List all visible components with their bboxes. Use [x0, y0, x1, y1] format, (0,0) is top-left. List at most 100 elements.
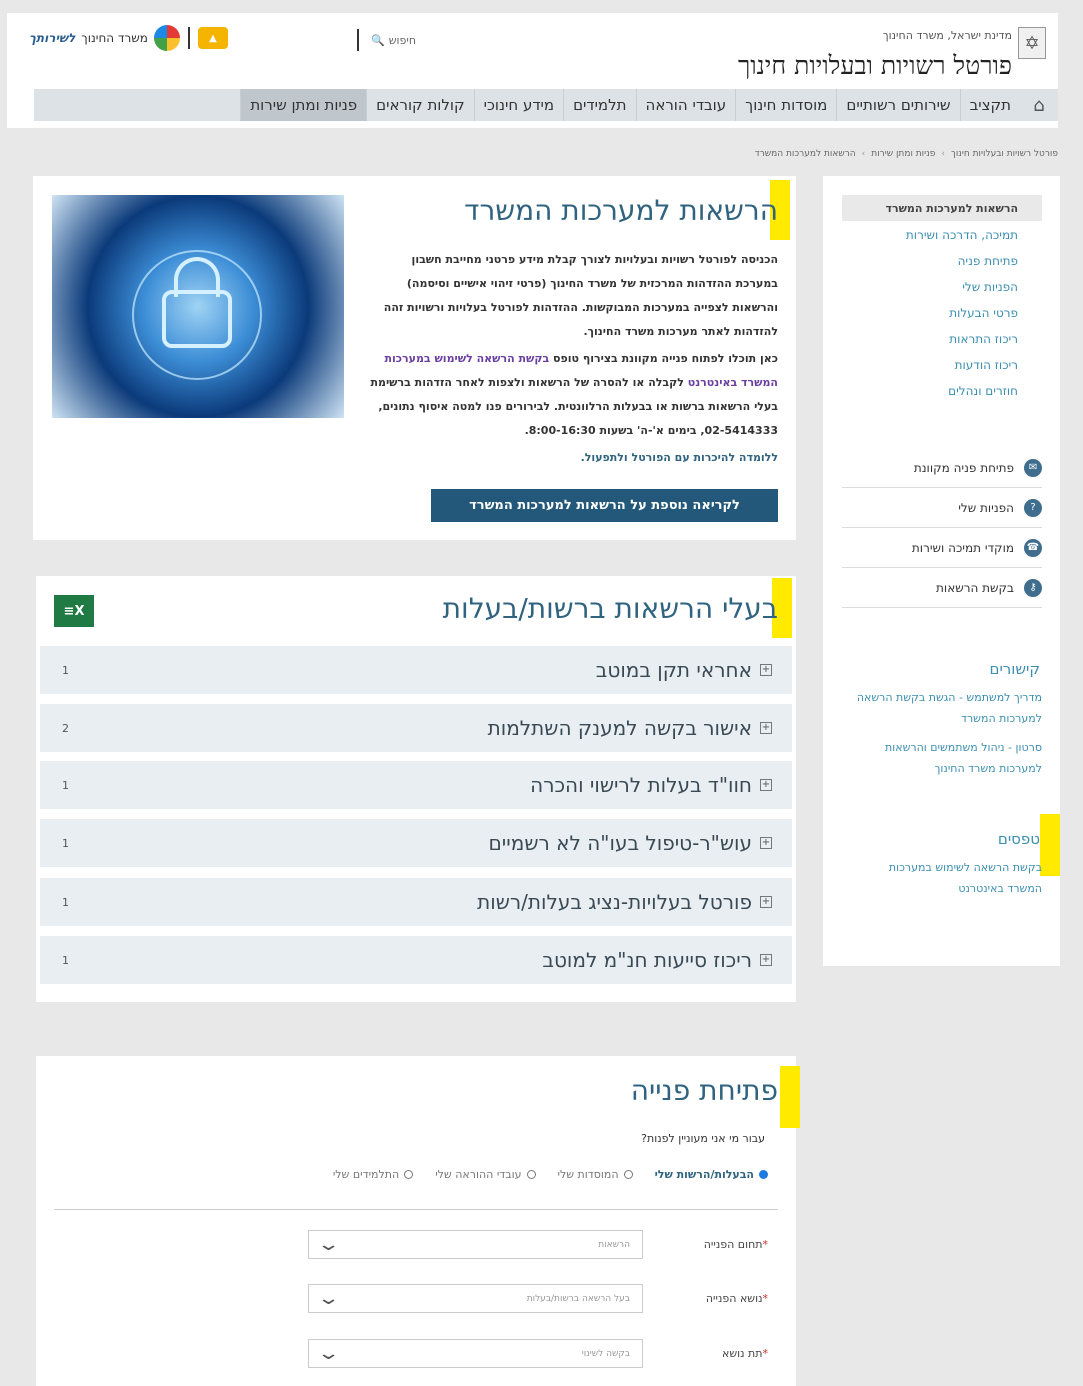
action-label: פתיחת פניה מקוונת [913, 460, 1014, 475]
breadcrumb-separator-icon: › [861, 149, 866, 159]
form-row: *תחום הפנייה הרשאות ⌄ [308, 1230, 768, 1259]
accordion-count: 1 [62, 895, 69, 909]
read-more-button[interactable]: לקריאה נוספת על הרשאות למערכות המשרד [431, 489, 778, 522]
sidebar-item-messages[interactable]: ריכוז הודעות [906, 358, 1018, 375]
sidebar-item-support[interactable]: תמיכה, הדרכה ושירות [906, 228, 1018, 245]
secondary-logo-icon[interactable]: ▲ [197, 27, 228, 49]
radio-my-institutions[interactable]: המוסדות שלי [558, 1168, 633, 1181]
form-question: עבור מי אני מעוניין לפנות? [641, 1132, 765, 1145]
main-navigation: ⌂ תקציב שירותים רשותיים מוסדות חינוך עוב… [34, 89, 1058, 121]
nav-item-educational-info[interactable]: מידע חינוכי [473, 89, 563, 121]
permission-holders-card: בעלי הרשאות ברשות/בעלות X≡ + אחראי תקן במ… [36, 576, 796, 1002]
portal-tutorial-link[interactable]: ללומדה להיכרות עם הפורטל ולתפעול. [581, 451, 778, 464]
field-label-text: נושא הפנייה [705, 1292, 763, 1305]
accordion-text: חוו"ד בעלות לרישוי והכרה [530, 773, 752, 797]
card-title: הרשאות למערכות המשרד [464, 194, 778, 227]
permissions-info-card: הרשאות למערכות המשרד הכניסה לפורטל רשויו… [33, 176, 796, 540]
logo-divider [187, 27, 190, 49]
accordion-row[interactable]: + ריכוז סייעות חנ"מ למוטב 1 [40, 936, 792, 984]
state-emblem-icon: ✡ [1018, 27, 1046, 59]
inquiry-subject-select[interactable]: בעל הרשאה ברשות/בעלות ⌄ [308, 1284, 643, 1313]
accordion-row[interactable]: + אישור בקשה למענק השתלמות 2 [40, 704, 792, 752]
site-header: ✡ מדינת ישראל, משרד החינוך פורטל רשויות … [7, 13, 1058, 128]
accordion-count: 1 [62, 836, 69, 850]
action-my-inquiries[interactable]: ? הפניות שלי [842, 488, 1042, 528]
nav-item-institutions[interactable]: מוסדות חינוך [735, 89, 836, 121]
link-permission-form[interactable]: בקשת הרשאה לשימוש במערכות המשרד באינטרנט [852, 858, 1042, 900]
key-icon: ⚷ [1024, 578, 1042, 597]
moe-logo[interactable]: לשירותך משרד החינוך [29, 25, 180, 51]
radio-my-students[interactable]: התלמידים שלי [332, 1168, 414, 1181]
accordion-text: עוש"ר-טיפול בעו"ה לא רשמיים [488, 831, 752, 855]
nav-item-teachers[interactable]: עובדי הוראה [635, 89, 736, 121]
accordion-row[interactable]: + חוו"ד בעלות לרישוי והכרה 1 [40, 761, 792, 809]
breadcrumb-item[interactable]: פניות ומתן שירות [871, 149, 935, 159]
link-user-guide[interactable]: מדריך למשתמש - הגשת בקשת הרשאה למערכות ה… [852, 688, 1042, 730]
search-placeholder: חיפוש [388, 33, 417, 47]
sidebar-item-my-inquiries[interactable]: הפניות שלי [906, 280, 1018, 297]
radio-label: התלמידים שלי [332, 1168, 400, 1181]
breadcrumb: פורטל רשויות ובעלויות חינוך › פניות ומתן… [755, 149, 1058, 159]
action-permission-request[interactable]: ⚷ בקשת הרשאות [842, 568, 1042, 608]
sidebar-item-active[interactable]: הרשאות למערכות המשרד [842, 195, 1042, 221]
sidebar: הרשאות למערכות המשרד תמיכה, הדרכה ושירות… [823, 176, 1060, 966]
action-label: הפניות שלי [958, 500, 1014, 515]
sidebar-item-alerts[interactable]: ריכוז התראות [906, 332, 1018, 349]
accordion-count: 1 [62, 663, 69, 677]
accordion-text: אישור בקשה למענק השתלמות [487, 716, 752, 740]
expand-icon: + [760, 664, 772, 676]
radio-my-teachers[interactable]: עובדי ההוראה שלי [435, 1168, 536, 1181]
inquiry-icon: ? [1024, 498, 1042, 517]
accordion-label: + פורטל בעלויות-נציג בעלות/רשות [477, 890, 772, 914]
forms-heading: טפסים [997, 830, 1040, 848]
support-icon: ☎ [1024, 538, 1042, 557]
required-marker: * [762, 1347, 769, 1360]
action-support-centers[interactable]: ☎ מוקדי תמיכה ושירות [842, 528, 1042, 568]
inquiry-domain-select[interactable]: הרשאות ⌄ [308, 1230, 643, 1259]
select-value: הרשאות [598, 1239, 630, 1250]
expand-icon: + [760, 779, 772, 791]
home-icon[interactable]: ⌂ [1020, 89, 1058, 121]
field-label-text: תחום הפנייה [703, 1238, 763, 1251]
breadcrumb-separator-icon: › [941, 149, 945, 159]
radio-label: עובדי ההוראה שלי [435, 1168, 522, 1181]
accordion-row[interactable]: + פורטל בעלויות-נציג בעלות/רשות 1 [40, 878, 792, 926]
accordion-label: + ריכוז סייעות חנ"מ למוטב [542, 948, 772, 972]
accordion-row[interactable]: + עוש"ר-טיפול בעו"ה לא רשמיים 1 [40, 819, 792, 867]
nav-item-inquiries[interactable]: פניות ומתן שירות [240, 89, 367, 121]
radio-my-ownership[interactable]: הבעלות/הרשות שלי [655, 1168, 768, 1181]
breadcrumb-current: הרשאות למערכות המשרד [754, 149, 856, 159]
nav-item-students[interactable]: תלמידים [563, 89, 635, 121]
expand-icon: + [760, 837, 772, 849]
accordion-count: 1 [62, 953, 69, 967]
accordion-text: אחראי תקן במוטב [595, 658, 752, 682]
search-icon: 🔍 [371, 33, 385, 47]
inquiry-subtopic-select[interactable]: בקשה לשינוי ⌄ [308, 1339, 643, 1368]
accordion-label: + אישור בקשה למענק השתלמות [488, 716, 772, 740]
nav-item-budget[interactable]: תקציב [959, 89, 1020, 121]
breadcrumb-item[interactable]: פורטל רשויות ובעלויות חינוך [951, 149, 1058, 159]
radio-label: המוסדות שלי [557, 1168, 619, 1181]
sidebar-item-ownership-details[interactable]: פרטי הבעלות [906, 306, 1018, 323]
expand-icon: + [760, 722, 772, 734]
highlight-marker [1040, 814, 1060, 876]
radio-dot-icon [759, 1170, 768, 1179]
action-open-inquiry[interactable]: ✉ פתיחת פניה מקוונת [842, 448, 1042, 488]
nav-item-municipal-services[interactable]: שירותים רשותיים [836, 89, 959, 121]
sidebar-item-open-inquiry[interactable]: פתיחת פניה [906, 254, 1018, 271]
search-input[interactable]: 🔍 חיפוש [357, 29, 447, 51]
chevron-down-icon: ⌄ [316, 1234, 341, 1255]
moe-logo-brand: לשירותך [29, 31, 76, 45]
card-body: הכניסה לפורטל רשויות ובעלויות לצורך קבלת… [368, 248, 778, 473]
accordion-row[interactable]: + אחראי תקן במוטב 1 [40, 646, 792, 694]
chevron-down-icon: ⌄ [316, 1288, 341, 1309]
link-video-guide[interactable]: סרטון - ניהול משתמשים והרשאות למערכות מש… [852, 738, 1042, 780]
excel-icon[interactable]: X≡ [54, 595, 94, 627]
moe-logo-text: משרד החינוך [81, 31, 148, 45]
card-title: פתיחת פנייה [630, 1074, 778, 1107]
sidebar-item-circulars[interactable]: חוזרים ונהלים [906, 384, 1018, 401]
chevron-down-icon: ⌄ [316, 1343, 341, 1364]
radio-dot-icon [404, 1170, 414, 1179]
links-list: מדריך למשתמש - הגשת בקשת הרשאה למערכות ה… [852, 688, 1042, 780]
nav-item-calls[interactable]: קולות קוראים [366, 89, 474, 121]
